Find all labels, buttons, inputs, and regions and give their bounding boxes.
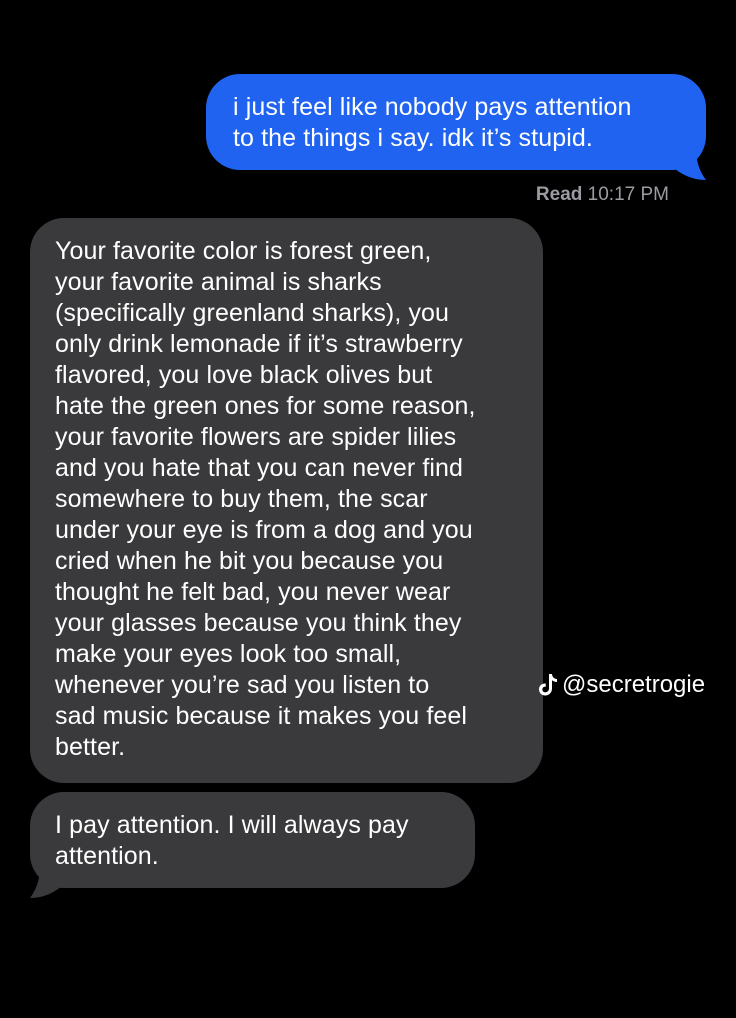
read-receipt: Read 10:17 PM <box>536 183 669 207</box>
sent-bubble-tail <box>670 148 706 180</box>
received-message-text: I pay attention. I will always pay atten… <box>55 811 409 870</box>
tiktok-icon <box>539 674 557 696</box>
received-message-bubble[interactable]: I pay attention. I will always pay atten… <box>30 792 475 888</box>
read-receipt-label: Read <box>535 184 583 205</box>
received-message-text: Your favorite color is forest green, you… <box>55 237 476 761</box>
tiktok-watermark: @secretrogie <box>538 670 705 700</box>
received-message-bubble[interactable]: Your favorite color is forest green, you… <box>30 218 543 783</box>
sent-message-text: i just feel like nobody pays attention t… <box>233 93 632 152</box>
read-receipt-time: 10:17 PM <box>587 184 669 205</box>
watermark-handle: @secretrogie <box>562 671 706 698</box>
received-bubble-tail <box>30 866 66 898</box>
sent-message-bubble[interactable]: i just feel like nobody pays attention t… <box>206 74 706 170</box>
